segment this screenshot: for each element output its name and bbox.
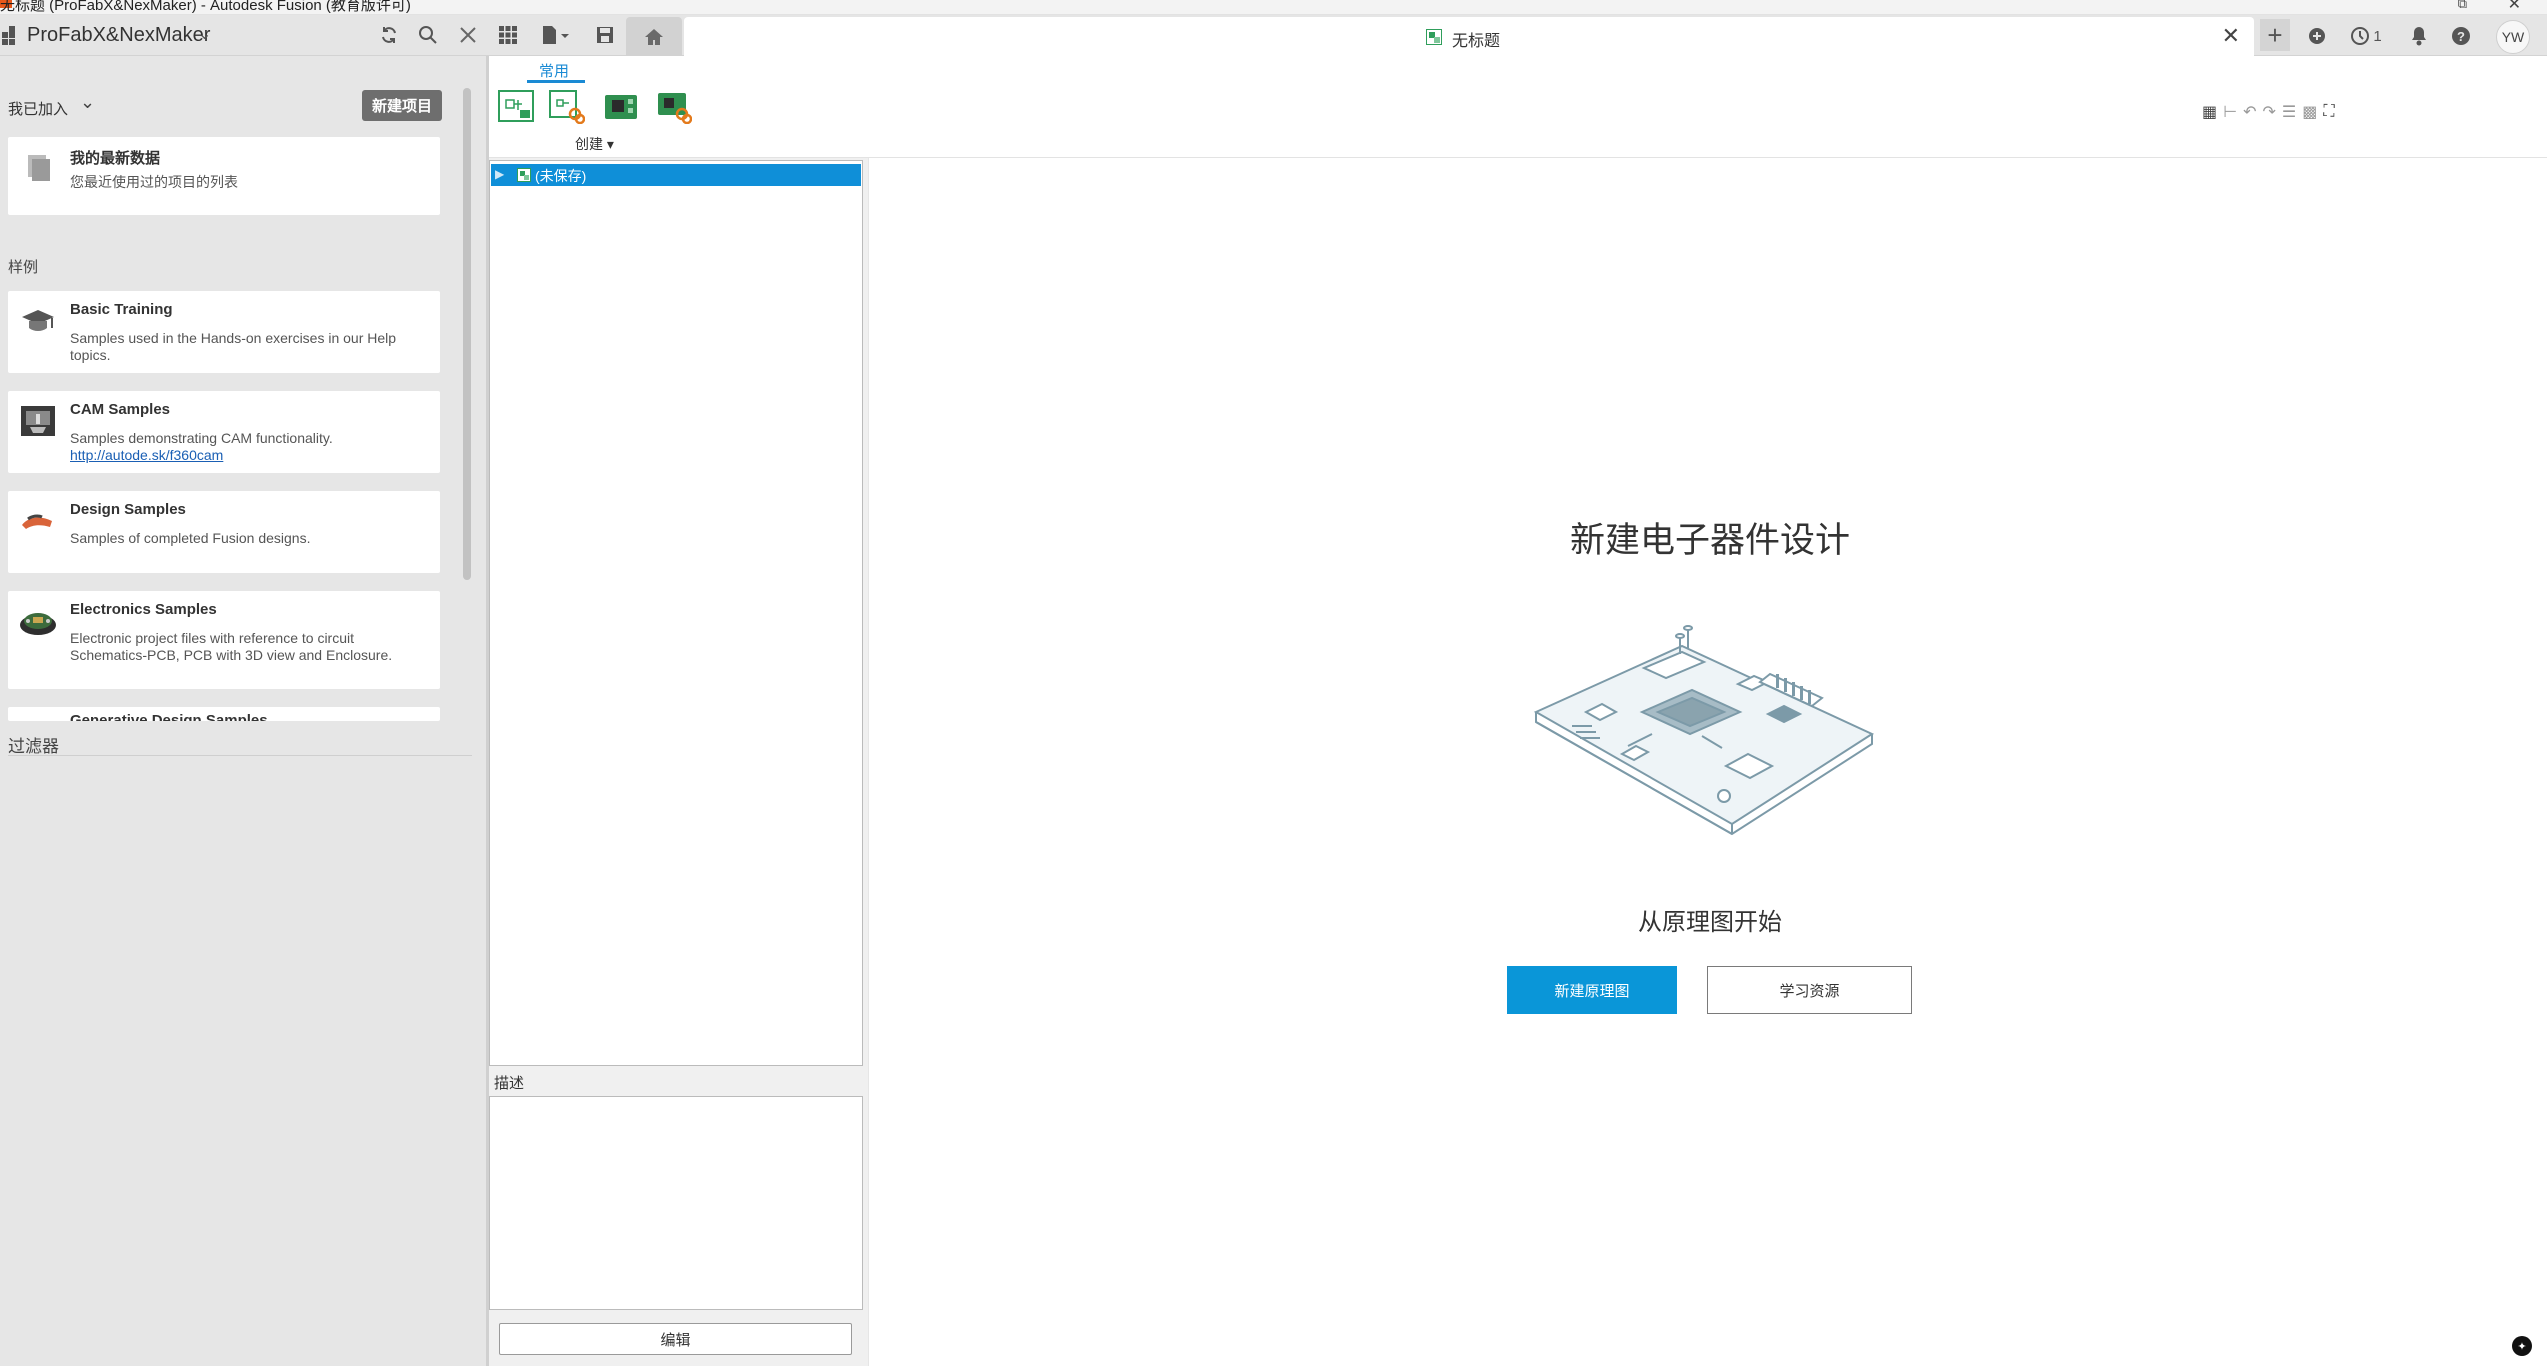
home-icon xyxy=(645,28,663,45)
svg-text:?: ? xyxy=(2457,29,2465,44)
window-title: 无标题 (ProFabX&NexMaker) - Autodesk Fusion… xyxy=(0,0,411,14)
home-tab[interactable] xyxy=(626,17,682,56)
save-icon[interactable] xyxy=(592,22,618,48)
welcome-subtitle: 从原理图开始 xyxy=(1638,908,1782,936)
os-title-bar: 无标题 (ProFabX&NexMaker) - Autodesk Fusion… xyxy=(0,0,2547,15)
restore-window-button[interactable]: ⧉ xyxy=(2458,0,2467,12)
welcome-title: 新建电子器件设计 xyxy=(1569,521,1850,561)
close-tab-button[interactable]: ✕ xyxy=(2222,23,2240,49)
project-selector[interactable]: ProFabX&NexMaker xyxy=(27,24,210,47)
undo-icon[interactable]: ↶ xyxy=(2243,102,2256,122)
cam-machine-icon xyxy=(21,406,55,436)
project-filter-label[interactable]: 我已加入 xyxy=(8,98,68,119)
documents-icon xyxy=(28,155,50,181)
card-description: Samples demonstrating CAM functionality. xyxy=(70,430,333,446)
data-panel-toggle-icon[interactable] xyxy=(2,26,18,45)
new-pcb-icon[interactable] xyxy=(603,90,639,124)
job-count: 1 xyxy=(2373,27,2382,45)
recent-data-card[interactable]: 我的最新数据 您最近使用过的项目的列表 xyxy=(8,137,440,215)
sample-card-generative-design[interactable]: Generative Design Samples xyxy=(8,707,440,721)
card-title: Design Samples xyxy=(70,501,186,518)
design-part-icon xyxy=(22,514,52,529)
document-tab-title: 无标题 xyxy=(1452,33,1501,50)
new-schematic-button[interactable]: 新建原理图 xyxy=(1507,966,1677,1014)
filter-bar[interactable] xyxy=(8,728,472,756)
snap-icon[interactable]: ⊢ xyxy=(2223,102,2237,122)
quick-tools-bar: ▦ ⊢ ↶ ↷ ☰ ▩ ⛶ xyxy=(2202,100,2386,124)
circuit-board-icon xyxy=(20,613,56,635)
graduation-cap-icon xyxy=(22,310,54,331)
file-menu-icon[interactable] xyxy=(538,22,574,48)
tab-common[interactable]: 常用 xyxy=(539,60,569,81)
close-window-button[interactable]: ✕ xyxy=(2508,0,2521,14)
chevron-down-icon[interactable]: ⌄ xyxy=(80,92,95,113)
sample-card-cam[interactable]: CAM Samples Samples demonstrating CAM fu… xyxy=(8,391,440,473)
data-panel: 我已加入 ⌄ 新建项目 我的最新数据 您最近使用过的项目的列表 样例 Basic… xyxy=(0,56,486,1366)
cam-samples-link[interactable]: http://autode.sk/f360cam xyxy=(70,447,223,463)
extensions-icon[interactable] xyxy=(2304,23,2330,49)
chevron-down-icon[interactable]: ⌄ xyxy=(198,24,211,44)
canvas-divider xyxy=(868,158,869,1366)
fit-view-icon[interactable]: ⛶ xyxy=(2323,103,2334,121)
link-schematic-icon[interactable] xyxy=(549,90,585,124)
create-dropdown[interactable]: 创建 ▾ xyxy=(575,134,614,154)
data-panel-scrollbar[interactable] xyxy=(463,88,471,580)
card-description: Electronic project files with reference … xyxy=(70,630,393,663)
card-title: Generative Design Samples xyxy=(70,712,268,721)
sample-card-basic-training[interactable]: Basic Training Samples used in the Hands… xyxy=(8,291,440,373)
application-toolbar: ProFabX&NexMaker ⌄ 无标题 ✕ + 1 ? YW xyxy=(0,15,2547,56)
redo-icon[interactable]: ↷ xyxy=(2262,102,2275,122)
schematic-doc-icon xyxy=(1426,29,1442,45)
card-description: Samples used in the Hands-on exercises i… xyxy=(70,330,397,363)
ribbon: 常用 创建 ▾ ▦ ⊢ ↶ ↷ ☰ ▩ ⛶ xyxy=(489,56,2547,158)
learning-resources-button[interactable]: 学习资源 xyxy=(1707,966,1912,1014)
samples-heading: 样例 xyxy=(8,259,39,276)
user-avatar[interactable]: YW xyxy=(2496,20,2530,54)
card-title: Electronics Samples xyxy=(70,601,217,618)
job-status-icon[interactable]: 1 xyxy=(2344,23,2388,49)
sample-card-electronics[interactable]: Electronics Samples Electronic project f… xyxy=(8,591,440,689)
description-box[interactable] xyxy=(489,1096,863,1310)
card-title: 我的最新数据 xyxy=(70,150,161,167)
apps-grid-icon[interactable] xyxy=(495,22,521,48)
notifications-bell-icon[interactable] xyxy=(2406,23,2432,49)
card-title: CAM Samples xyxy=(70,401,171,418)
layers-icon[interactable]: ☰ xyxy=(2282,102,2296,122)
grid-icon[interactable]: ▦ xyxy=(2202,102,2217,122)
tree-root-label: (未保存) xyxy=(535,168,587,184)
tree-root-item[interactable]: ▶ (未保存) xyxy=(491,164,861,186)
edit-button[interactable]: 编辑 xyxy=(499,1323,852,1355)
expand-arrow-icon[interactable]: ▶ xyxy=(495,167,504,181)
new-project-button[interactable]: 新建项目 xyxy=(362,90,442,121)
new-schematic-icon[interactable] xyxy=(498,90,534,124)
description-heading: 描述 xyxy=(494,1075,525,1092)
active-tab-indicator xyxy=(527,80,585,83)
refresh-icon[interactable] xyxy=(376,22,402,48)
card-description: Samples of completed Fusion designs. xyxy=(70,530,311,546)
search-icon[interactable] xyxy=(415,22,441,48)
feedback-icon[interactable]: ✦ xyxy=(2512,1336,2532,1356)
grid-settings-icon[interactable]: ▩ xyxy=(2302,102,2317,122)
sample-card-design[interactable]: Design Samples Samples of completed Fusi… xyxy=(8,491,440,573)
link-pcb-icon[interactable] xyxy=(656,90,692,124)
circuit-board-illustration xyxy=(1533,625,1875,836)
document-tab[interactable]: 无标题 ✕ xyxy=(684,17,2254,56)
close-icon[interactable] xyxy=(455,22,481,48)
card-title: Basic Training xyxy=(70,301,173,318)
card-description: 您最近使用过的项目的列表 xyxy=(70,174,238,190)
browser-tree: ▶ (未保存) xyxy=(489,160,863,1066)
filter-label[interactable]: 过滤器 xyxy=(8,732,59,757)
help-icon[interactable]: ? xyxy=(2448,23,2474,49)
design-root-icon xyxy=(517,168,531,182)
new-tab-button[interactable]: + xyxy=(2260,19,2290,51)
